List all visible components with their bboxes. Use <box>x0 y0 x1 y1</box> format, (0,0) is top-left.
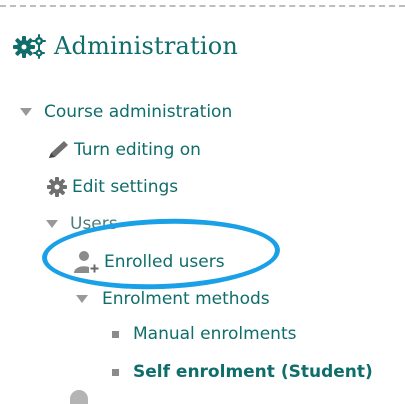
block-top-border <box>0 5 405 7</box>
bullet-icon <box>112 368 119 376</box>
tree-item-label[interactable]: Enrolment methods <box>102 289 270 309</box>
pencil-icon <box>49 141 68 158</box>
administration-title: Administration <box>54 32 239 60</box>
gears-icon <box>13 34 46 59</box>
expand-triangle-icon[interactable] <box>46 220 58 228</box>
tree-item-label[interactable]: Self enrolment (Student) <box>133 362 373 382</box>
tree-item-manual-enrolments[interactable]: Manual enrolments <box>112 322 296 346</box>
gear-icon <box>47 177 67 197</box>
expand-triangle-icon[interactable] <box>20 108 32 116</box>
administration-block-header: Administration <box>12 30 238 62</box>
expand-triangle-icon[interactable] <box>76 295 88 303</box>
tree-item-edit-settings[interactable]: Edit settings <box>46 175 178 199</box>
tree-item-course-administration[interactable]: Course administration <box>20 100 232 124</box>
tree-item-label[interactable]: Edit settings <box>72 177 178 197</box>
tree-item-label[interactable]: Course administration <box>44 102 232 122</box>
tree-item-turn-editing-on[interactable]: Turn editing on <box>46 138 201 162</box>
tree-item-enrolment-methods[interactable]: Enrolment methods <box>76 287 270 311</box>
tree-item-label[interactable]: Turn editing on <box>74 140 201 160</box>
bullet-icon <box>112 330 119 338</box>
tree-item-self-enrolment[interactable]: Self enrolment (Student) <box>112 360 373 384</box>
tree-item-label[interactable]: Manual enrolments <box>133 324 296 344</box>
